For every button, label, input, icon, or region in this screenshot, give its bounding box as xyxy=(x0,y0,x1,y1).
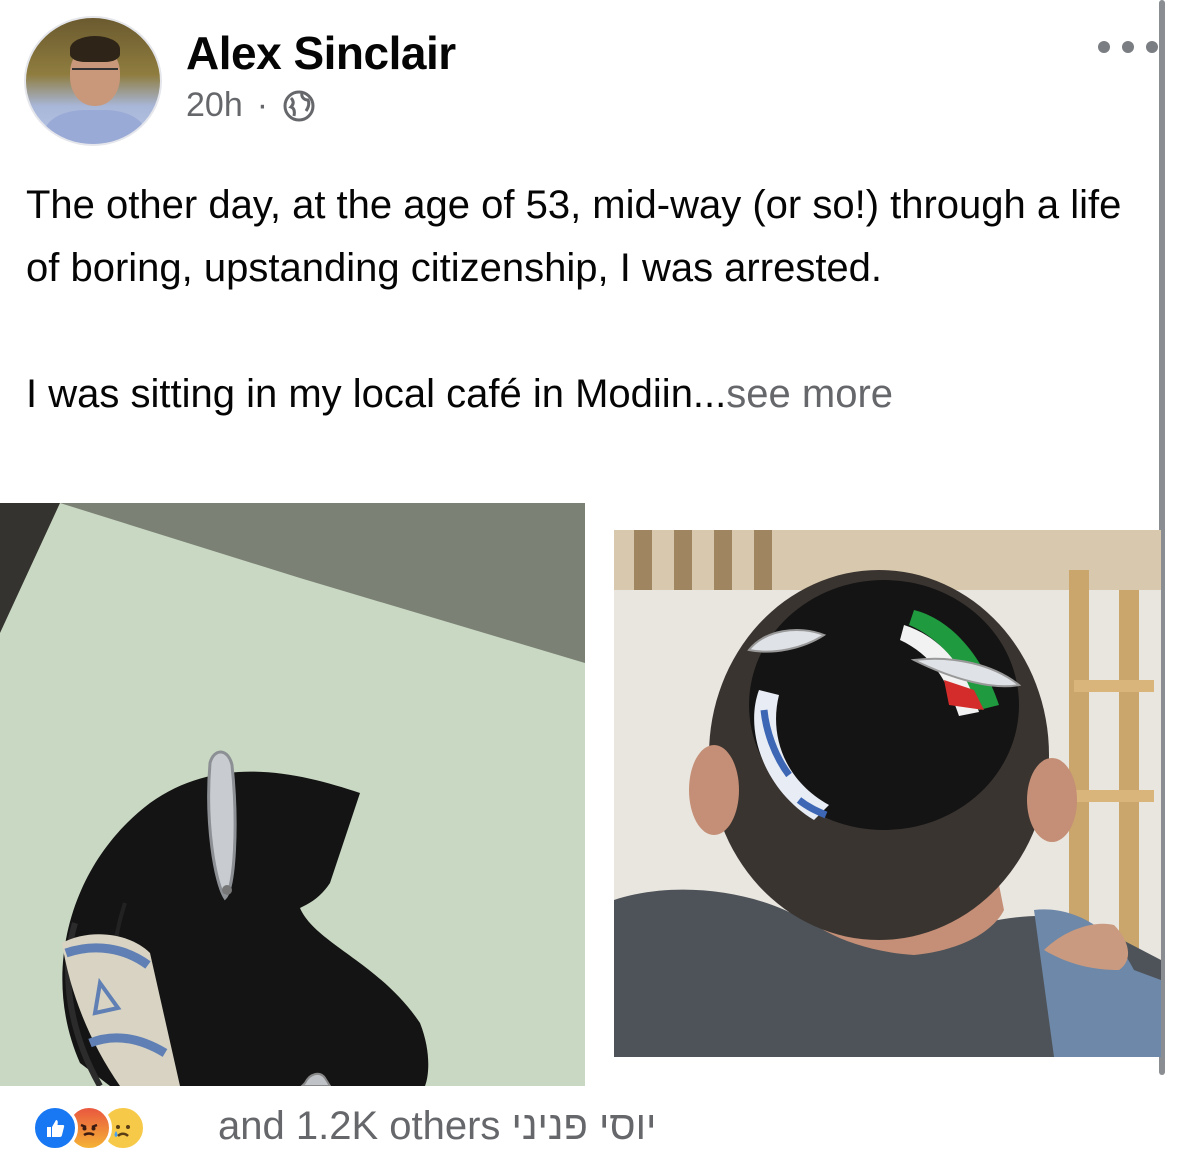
post-text: The other day, at the age of 53, mid-way… xyxy=(26,174,1136,426)
reaction-icons[interactable] xyxy=(32,1105,146,1151)
photo-man-wearing-kippah[interactable] xyxy=(614,530,1161,1057)
post-paragraph-2: I was sitting in my local café in Modiin… xyxy=(26,363,1136,426)
more-options-button[interactable] xyxy=(1098,32,1158,62)
reaction-summary[interactable]: and 1.2K others יוסי פניני xyxy=(218,1104,656,1149)
post-time[interactable]: 20h xyxy=(186,86,243,125)
photo-torn-kippah[interactable] xyxy=(0,503,585,1086)
post-paragraph-2-text: I was sitting in my local café in Modiin… xyxy=(26,372,727,416)
globe-icon[interactable] xyxy=(282,89,316,123)
torn-kippah-image xyxy=(0,503,585,1086)
post-meta: 20h · xyxy=(186,86,316,125)
meta-separator: · xyxy=(256,86,269,124)
see-more-link[interactable]: see more xyxy=(726,372,893,416)
more-dots-icon xyxy=(1098,41,1110,53)
like-icon xyxy=(32,1105,78,1151)
author-name[interactable]: Alex Sinclair xyxy=(186,26,456,80)
post-paragraph-1: The other day, at the age of 53, mid-way… xyxy=(26,183,1122,290)
kippah-wearer-image xyxy=(614,530,1161,1057)
author-avatar[interactable] xyxy=(24,16,162,146)
